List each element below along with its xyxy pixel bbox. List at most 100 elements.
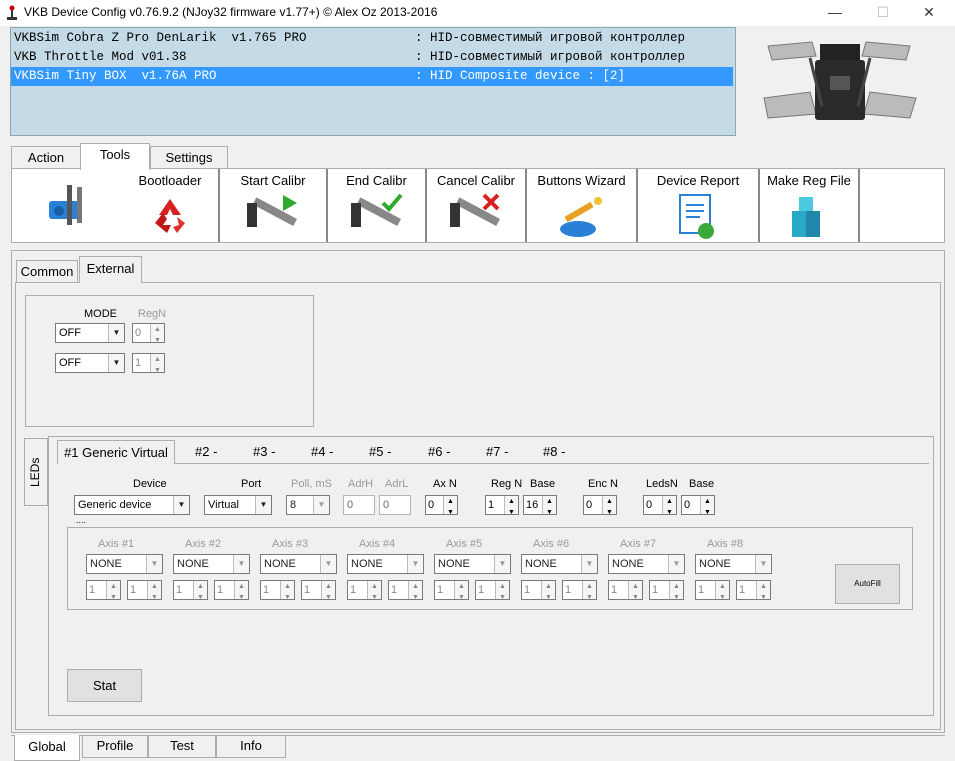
spin-arrows-icon[interactable] bbox=[234, 578, 248, 607]
tab-external[interactable]: External bbox=[79, 256, 142, 283]
axis-spinner-b[interactable]: 1 bbox=[388, 578, 423, 607]
axis-select[interactable]: NONE ▼ bbox=[347, 554, 424, 574]
tab-global[interactable]: Global bbox=[14, 735, 80, 761]
ext-tab-2[interactable]: #2 - bbox=[195, 444, 217, 459]
spin-arrows-icon[interactable] bbox=[280, 578, 294, 607]
spin-arrows-icon[interactable] bbox=[193, 578, 207, 607]
axis-select[interactable]: NONE ▼ bbox=[608, 554, 685, 574]
bootloader-button[interactable]: Bootloader bbox=[122, 169, 220, 242]
spin-arrows-icon[interactable] bbox=[443, 493, 457, 522]
axis-spinner-b[interactable]: 1 bbox=[301, 578, 336, 607]
spin-arrows-icon[interactable] bbox=[454, 578, 468, 607]
axis-spinner-b[interactable]: 1 bbox=[127, 578, 162, 607]
spin-arrows-icon[interactable] bbox=[715, 578, 729, 607]
device-row[interactable]: VKBSim Cobra Z Pro DenLarik v1.765 PRO: … bbox=[11, 29, 733, 48]
device-row-selected[interactable]: VKBSim Tiny BOX v1.76A PRO: HID Composit… bbox=[11, 67, 733, 86]
device-select[interactable]: Generic device ▼ bbox=[74, 495, 190, 515]
axis-spinner-a[interactable]: 1 bbox=[608, 578, 643, 607]
mode-select-2[interactable]: OFF ▼ bbox=[55, 353, 125, 373]
axis-spinner-a[interactable]: 1 bbox=[695, 578, 730, 607]
axis-spinner-a[interactable]: 1 bbox=[434, 578, 469, 607]
axis-spinner-a[interactable]: 1 bbox=[260, 578, 295, 607]
device-row[interactable]: VKB Throttle Mod v01.38: HID-совместимый… bbox=[11, 48, 733, 67]
axis-spinner-a[interactable]: 1 bbox=[347, 578, 382, 607]
spin-arrows-icon[interactable] bbox=[669, 578, 683, 607]
stat-button[interactable]: Stat bbox=[67, 669, 142, 702]
axis-select[interactable]: NONE ▼ bbox=[521, 554, 598, 574]
spin-arrows-icon[interactable] bbox=[541, 578, 555, 607]
buttons-wizard-button[interactable]: Buttons Wizard bbox=[527, 169, 638, 242]
spin-arrows-icon[interactable] bbox=[408, 578, 422, 607]
tab-action[interactable]: Action bbox=[11, 146, 81, 169]
tab-settings[interactable]: Settings bbox=[150, 146, 228, 169]
end-calibr-button[interactable]: End Calibr bbox=[328, 169, 427, 242]
base2-spinner[interactable]: 0 bbox=[681, 493, 715, 522]
close-button[interactable]: ✕ bbox=[906, 0, 952, 26]
spin-arrows-icon[interactable] bbox=[367, 578, 381, 607]
spin-arrows-icon[interactable] bbox=[628, 578, 642, 607]
axis-spinner-b[interactable]: 1 bbox=[475, 578, 510, 607]
ext-tab-1[interactable]: #1 Generic Virtual bbox=[57, 440, 175, 464]
axis-select[interactable]: NONE ▼ bbox=[434, 554, 511, 574]
spin-arrows-icon[interactable] bbox=[150, 351, 164, 380]
spin-arrows-icon[interactable] bbox=[700, 493, 714, 522]
regn-spinner-1[interactable]: 0 bbox=[132, 321, 165, 350]
start-calibr-button[interactable]: Start Calibr bbox=[220, 169, 328, 242]
ext-tab-6[interactable]: #6 - bbox=[428, 444, 450, 459]
maximize-button[interactable]: ☐ bbox=[860, 0, 906, 26]
spin-arrows-icon[interactable] bbox=[662, 493, 676, 522]
spin-arrows-icon[interactable] bbox=[602, 493, 616, 522]
axis-spinner-a[interactable]: 1 bbox=[173, 578, 208, 607]
spin-arrows-icon[interactable] bbox=[756, 578, 770, 607]
end-calibr-label: End Calibr bbox=[346, 173, 407, 188]
encn-spinner[interactable]: 0 bbox=[583, 493, 617, 522]
spin-arrows-icon[interactable] bbox=[106, 578, 120, 607]
regn-spinner-2[interactable]: 1 bbox=[132, 351, 165, 380]
axis-spinner-b[interactable]: 1 bbox=[562, 578, 597, 607]
regn-spinner[interactable]: 1 bbox=[485, 493, 519, 522]
autofill-button[interactable]: AutoFill bbox=[835, 564, 900, 604]
axis-select[interactable]: NONE ▼ bbox=[260, 554, 337, 574]
make-reg-file-button[interactable]: Make Reg File bbox=[760, 169, 860, 242]
axis-spinner-a[interactable]: 1 bbox=[521, 578, 556, 607]
tools-icon bbox=[49, 185, 82, 225]
axis-select[interactable]: NONE ▼ bbox=[695, 554, 772, 574]
device-list[interactable]: VKBSim Cobra Z Pro DenLarik v1.765 PRO: … bbox=[10, 27, 736, 136]
tab-tools[interactable]: Tools bbox=[80, 143, 150, 170]
spin-arrows-icon[interactable] bbox=[150, 321, 164, 350]
spin-arrows-icon[interactable] bbox=[321, 578, 335, 607]
poll-select[interactable]: 8 ▼ bbox=[286, 495, 330, 515]
spin-arrows-icon[interactable] bbox=[147, 578, 161, 607]
ext-tab-8[interactable]: #8 - bbox=[543, 444, 565, 459]
axis-spinner-b[interactable]: 1 bbox=[736, 578, 771, 607]
adrh-input[interactable]: 0 bbox=[343, 495, 375, 515]
spin-arrows-icon[interactable] bbox=[542, 493, 556, 522]
axis-select[interactable]: NONE ▼ bbox=[86, 554, 163, 574]
device-report-button[interactable]: Device Report bbox=[638, 169, 760, 242]
axis-select[interactable]: NONE ▼ bbox=[173, 554, 250, 574]
spin-arrows-icon[interactable] bbox=[582, 578, 596, 607]
tab-profile[interactable]: Profile bbox=[82, 736, 148, 758]
tab-common[interactable]: Common bbox=[16, 260, 78, 282]
axis-spinner-b[interactable]: 1 bbox=[214, 578, 249, 607]
tools-icon-button[interactable] bbox=[12, 169, 122, 242]
tab-test[interactable]: Test bbox=[148, 736, 216, 758]
ext-tab-7[interactable]: #7 - bbox=[486, 444, 508, 459]
axis-spinner-b[interactable]: 1 bbox=[649, 578, 684, 607]
ledsn-spinner[interactable]: 0 bbox=[643, 493, 677, 522]
axn-spinner[interactable]: 0 bbox=[425, 493, 458, 522]
ext-tab-5[interactable]: #5 - bbox=[369, 444, 391, 459]
mode-select-1[interactable]: OFF ▼ bbox=[55, 323, 125, 343]
cancel-calibr-button[interactable]: Cancel Calibr bbox=[427, 169, 527, 242]
tab-info[interactable]: Info bbox=[216, 736, 286, 758]
minimize-button[interactable]: — bbox=[812, 0, 858, 26]
tab-leds[interactable]: LEDs bbox=[24, 438, 48, 506]
ext-tab-3[interactable]: #3 - bbox=[253, 444, 275, 459]
adrl-input[interactable]: 0 bbox=[379, 495, 411, 515]
port-select[interactable]: Virtual ▼ bbox=[204, 495, 272, 515]
base-spinner[interactable]: 16 bbox=[523, 493, 557, 522]
spin-arrows-icon[interactable] bbox=[504, 493, 518, 522]
axis-spinner-a[interactable]: 1 bbox=[86, 578, 121, 607]
ext-tab-4[interactable]: #4 - bbox=[311, 444, 333, 459]
spin-arrows-icon[interactable] bbox=[495, 578, 509, 607]
